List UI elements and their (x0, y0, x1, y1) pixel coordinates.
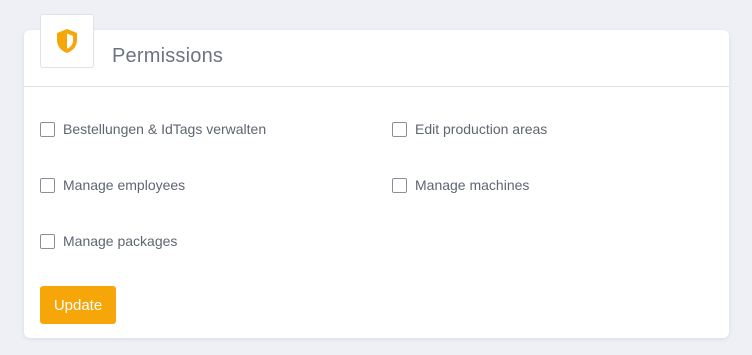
shield-icon (57, 29, 77, 53)
checkbox[interactable] (40, 233, 55, 249)
checkbox[interactable] (40, 121, 55, 137)
permission-label: Manage employees (63, 177, 186, 193)
permission-item-machines[interactable]: Manage machines (392, 175, 529, 195)
header-icon-box (40, 14, 94, 68)
permission-item-employees[interactable]: Manage employees (40, 175, 185, 195)
permission-item-packages[interactable]: Manage packages (40, 231, 177, 251)
card-title: Permissions (112, 45, 224, 67)
permission-label: Manage packages (63, 233, 178, 249)
update-button[interactable]: Update (40, 286, 116, 324)
permission-label: Bestellungen & IdTags verwalten (63, 121, 267, 137)
permission-item-orders-idtags[interactable]: Bestellungen & IdTags verwalten (40, 119, 266, 139)
permission-item-production-areas[interactable]: Edit production areas (392, 119, 547, 139)
checkbox[interactable] (40, 177, 55, 193)
card-header: Permissions (24, 14, 729, 87)
checkbox[interactable] (392, 177, 407, 193)
permission-label: Manage machines (415, 177, 530, 193)
permissions-card: Permissions Bestellungen & IdTags verwal… (24, 14, 729, 338)
checkbox[interactable] (392, 121, 407, 137)
permission-label: Edit production areas (415, 121, 548, 137)
